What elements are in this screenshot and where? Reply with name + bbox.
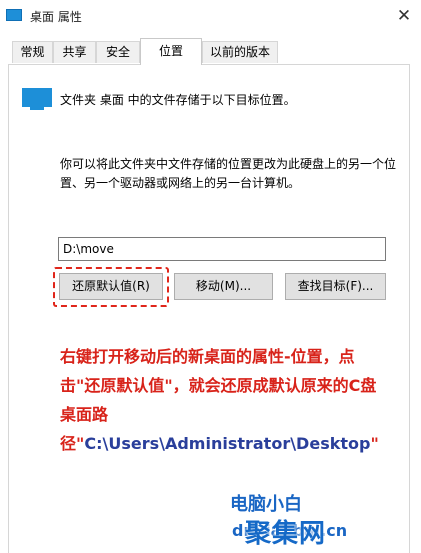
- tab-security[interactable]: 安全: [96, 41, 140, 63]
- move-button[interactable]: 移动(M)...: [174, 273, 273, 300]
- tab-location[interactable]: 位置: [140, 38, 202, 65]
- location-description: 你可以将此文件夹中文件存储的位置更改为此硬盘上的另一个位置、另一个驱动器或网络上…: [60, 157, 397, 190]
- location-header: 文件夹 桌面 中的文件存储于以下目标位置。: [60, 93, 296, 107]
- highlight-box: [53, 267, 169, 307]
- desktop-folder-icon: [22, 88, 52, 110]
- title-bar: 桌面 属性 ✕: [0, 0, 421, 32]
- window-title: 桌面 属性: [30, 10, 82, 24]
- annotation-text: 右键打开移动后的新桌面的属性-位置，点击"还原默认值"，就会还原成默认原来的C盘…: [60, 342, 380, 458]
- annotation-closing-quote: ": [370, 434, 379, 453]
- tab-general[interactable]: 常规: [12, 41, 53, 63]
- tab-previous-versions[interactable]: 以前的版本: [202, 41, 278, 63]
- tab-sharing[interactable]: 共享: [53, 41, 96, 63]
- close-button[interactable]: ✕: [392, 4, 416, 28]
- tab-bar: 常规 共享 安全 位置 以前的版本: [0, 32, 421, 65]
- location-panel: [8, 64, 410, 553]
- folder-icon: [6, 9, 22, 21]
- path-input[interactable]: [58, 237, 386, 261]
- find-target-button[interactable]: 查找目标(F)...: [285, 273, 386, 300]
- watermark-logo: 聚集网: [245, 519, 327, 549]
- annotation-path: C:\Users\Administrator\Desktop: [84, 434, 371, 453]
